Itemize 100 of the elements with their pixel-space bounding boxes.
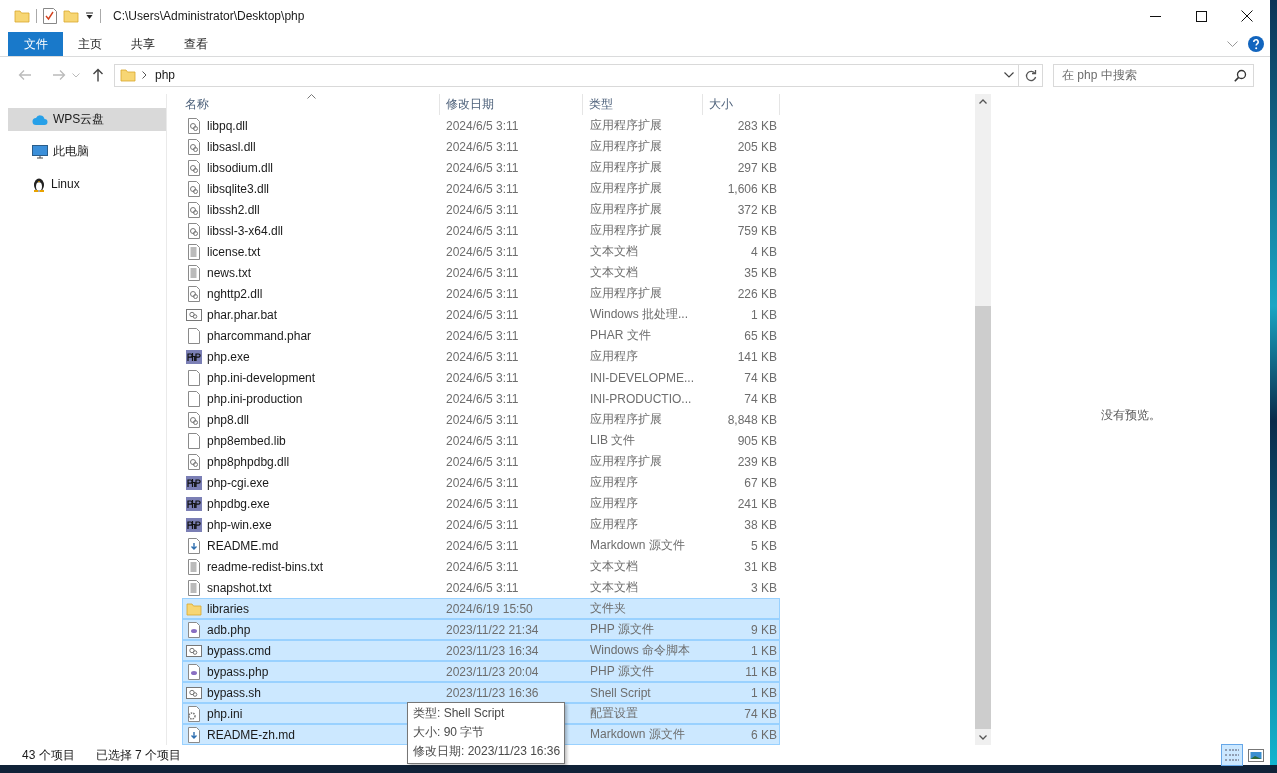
type-cell: 应用程序扩展	[590, 181, 662, 195]
column-header[interactable]: 名称	[185, 96, 209, 113]
gear-document-icon	[186, 705, 202, 722]
file-row[interactable]: news.txt 2024/6/5 3:11 文本文档 35 KB	[182, 262, 780, 283]
sidebar-item[interactable]: Linux	[8, 172, 166, 195]
ribbon-tab[interactable]: 共享	[116, 32, 169, 56]
type-cell: 应用程序	[590, 517, 638, 531]
date-cell: 2024/6/5 3:11	[446, 559, 519, 574]
file-row[interactable]: libsodium.dll 2024/6/5 3:11 应用程序扩展 297 KB	[182, 157, 780, 178]
file-row[interactable]: pharcommand.phar 2024/6/5 3:11 PHAR 文件 65 KB	[182, 325, 780, 346]
date-cell: 2024/6/5 3:11	[446, 202, 519, 217]
blank-document-icon	[186, 369, 202, 386]
column-header[interactable]: 修改日期	[446, 96, 494, 113]
ribbon-tab[interactable]: 查看	[169, 32, 222, 56]
cloud-icon	[32, 113, 48, 126]
file-row[interactable]: php.ini-development 2024/6/5 3:11 INI-DEVELOPME... 74 KB	[182, 367, 780, 388]
file-row[interactable]: phar.phar.bat 2024/6/5 3:11 Windows 批处理... 1 KB	[182, 304, 780, 325]
file-row[interactable]: README.md 2024/6/5 3:11 Markdown 源文件 5 KB	[182, 535, 780, 556]
file-row[interactable]: php-cgi.exe 2024/6/5 3:11 应用程序 67 KB	[182, 472, 780, 493]
address-field[interactable]: php	[114, 63, 1019, 87]
sidebar-item[interactable]: WPS云盘	[8, 108, 166, 131]
type-cell: 应用程序	[590, 475, 638, 489]
php-logo-icon	[186, 348, 202, 365]
file-name: php8embed.lib	[207, 433, 286, 448]
checklist-document-icon[interactable]	[43, 8, 57, 24]
file-row[interactable]: bypass.cmd 2023/11/23 16:34 Windows 命令脚本 1 KB	[182, 640, 780, 661]
size-cell: 1 KB	[751, 307, 777, 322]
chevron-down-icon[interactable]	[1004, 72, 1014, 78]
scrollbar-thumb[interactable]	[975, 306, 991, 729]
scrollbar[interactable]	[975, 94, 991, 745]
date-cell: 2024/6/5 3:11	[446, 244, 519, 259]
file-row[interactable]: php-win.exe 2024/6/5 3:11 应用程序 38 KB	[182, 514, 780, 535]
file-row[interactable]: bypass.php 2023/11/23 20:04 PHP 源文件 11 KB	[182, 661, 780, 682]
text-document-icon	[186, 579, 202, 596]
size-cell: 1 KB	[751, 685, 777, 700]
refresh-button[interactable]	[1019, 63, 1043, 87]
date-cell: 2024/6/5 3:11	[446, 307, 519, 322]
type-cell: INI-PRODUCTIO...	[590, 391, 692, 406]
type-cell: 文本文档	[590, 244, 638, 258]
sidebar-label: WPS云盘	[53, 111, 105, 128]
maximize-icon	[1195, 10, 1207, 22]
search-field[interactable]: 在 php 中搜索	[1053, 63, 1254, 87]
sidebar-item[interactable]: 此电脑	[8, 140, 166, 163]
file-row[interactable]: bypass.sh 2023/11/23 16:36 Shell Script 1 KB	[182, 682, 780, 703]
file-name: pharcommand.phar	[207, 328, 312, 343]
file-row[interactable]: libraries 2024/6/19 15:50 文件夹	[182, 598, 780, 619]
date-cell: 2024/6/5 3:11	[446, 496, 519, 511]
file-row[interactable]: php8embed.lib 2024/6/5 3:11 LIB 文件 905 KB	[182, 430, 780, 451]
column-header[interactable]: 大小	[709, 96, 733, 113]
file-row[interactable]: readme-redist-bins.txt 2024/6/5 3:11 文本文档 31 KB	[182, 556, 780, 577]
file-name: php.ini	[207, 706, 243, 721]
size-cell: 3 KB	[751, 580, 777, 595]
file-row[interactable]: php8phpdbg.dll 2024/6/5 3:11 应用程序扩展 239 KB	[182, 451, 780, 472]
file-row[interactable]: libsasl.dll 2024/6/5 3:11 应用程序扩展 205 KB	[182, 136, 780, 157]
file-row[interactable]: php8.dll 2024/6/5 3:11 应用程序扩展 8,848 KB	[182, 409, 780, 430]
file-row[interactable]: nghttp2.dll 2024/6/5 3:11 应用程序扩展 226 KB	[182, 283, 780, 304]
up-arrow-icon[interactable]	[92, 68, 104, 82]
size-cell: 74 KB	[744, 370, 777, 385]
file-row[interactable]: snapshot.txt 2024/6/5 3:11 文本文档 3 KB	[182, 577, 780, 598]
file-name: php-win.exe	[207, 517, 272, 532]
file-row[interactable]: libsqlite3.dll 2024/6/5 3:11 应用程序扩展 1,606 KB	[182, 178, 780, 199]
file-row[interactable]: license.txt 2024/6/5 3:11 文本文档 4 KB	[182, 241, 780, 262]
file-name: libssh2.dll	[207, 202, 260, 217]
file-row[interactable]: php.ini-production 2024/6/5 3:11 INI-PRODUCTIO... 74 KB	[182, 388, 780, 409]
date-cell: 2024/6/5 3:11	[446, 349, 519, 364]
type-cell: 应用程序	[590, 496, 638, 510]
size-cell: 11 KB	[745, 664, 777, 679]
type-cell: Markdown 源文件	[590, 727, 685, 741]
file-name: libraries	[207, 601, 249, 616]
file-row[interactable]: libssh2.dll 2024/6/5 3:11 应用程序扩展 372 KB	[182, 199, 780, 220]
ribbon-tab[interactable]: 主页	[63, 32, 116, 56]
file-row[interactable]: libpq.dll 2024/6/5 3:11 应用程序扩展 283 KB	[182, 115, 780, 136]
type-cell: PHP 源文件	[590, 664, 654, 678]
file-name: phpdbg.exe	[207, 496, 270, 511]
gear-document-icon	[186, 180, 202, 197]
file-row[interactable]: libssl-3-x64.dll 2024/6/5 3:11 应用程序扩展 759 KB	[182, 220, 780, 241]
size-cell: 4 KB	[751, 244, 777, 259]
size-cell: 372 KB	[737, 202, 777, 217]
minimize-icon	[1149, 15, 1161, 17]
type-cell: PHAR 文件	[590, 328, 651, 342]
date-cell: 2023/11/22 21:34	[446, 622, 539, 637]
php-document-icon	[186, 621, 202, 638]
column-header[interactable]: 类型	[589, 96, 613, 113]
dropdown-icon[interactable]	[85, 12, 94, 20]
gear-document-icon	[186, 117, 202, 134]
size-cell: 67 KB	[744, 475, 777, 490]
file-row[interactable]: php.exe 2024/6/5 3:11 应用程序 141 KB	[182, 346, 780, 367]
size-cell: 239 KB	[737, 454, 777, 469]
download-document-icon	[186, 726, 202, 743]
date-cell: 2024/6/5 3:11	[446, 118, 519, 133]
file-name: bypass.php	[207, 664, 269, 679]
size-cell: 297 KB	[737, 160, 777, 175]
file-row[interactable]: phpdbg.exe 2024/6/5 3:11 应用程序 241 KB	[182, 493, 780, 514]
file-menu-button[interactable]: 文件	[8, 32, 63, 56]
help-icon[interactable]	[1248, 36, 1264, 52]
file-row[interactable]: adb.php 2023/11/22 21:34 PHP 源文件 9 KB	[182, 619, 780, 640]
gear-document-icon	[186, 159, 202, 176]
file-name: libsodium.dll	[207, 160, 274, 175]
file-name: libsasl.dll	[207, 139, 256, 154]
breadcrumb[interactable]: php	[155, 68, 176, 82]
